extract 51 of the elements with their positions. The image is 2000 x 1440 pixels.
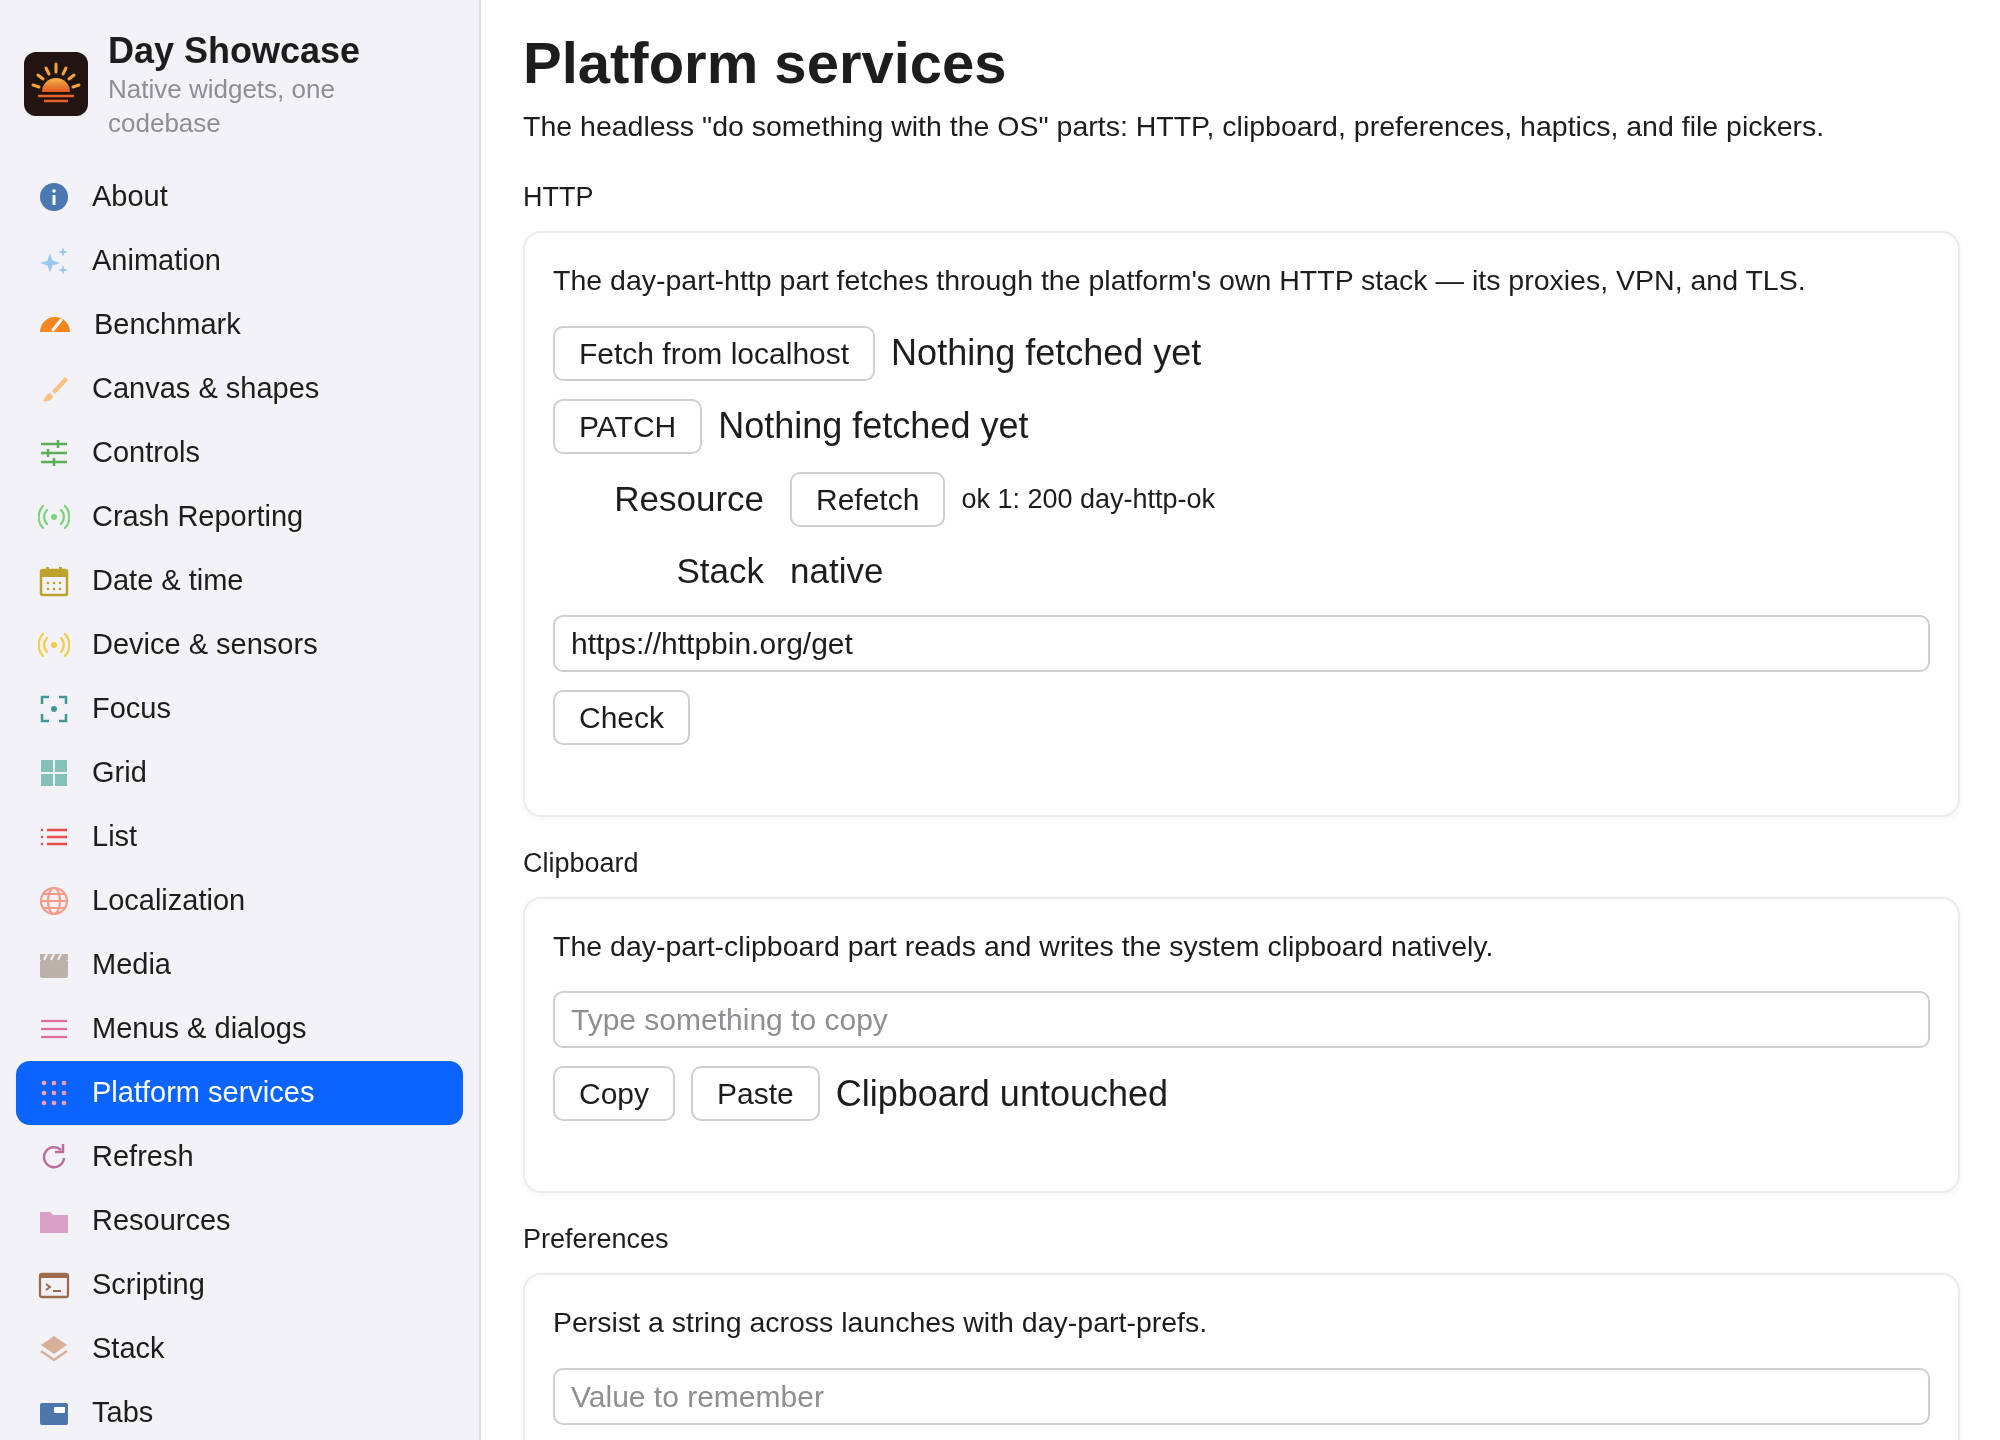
status-text: Clipboard untouched bbox=[835, 1071, 1168, 1116]
input-field[interactable]: Value to remember bbox=[553, 1367, 1930, 1425]
page-title: Platform services bbox=[523, 30, 1008, 97]
field-label: Resource bbox=[613, 477, 764, 520]
page-description: The headless "do something with the OS" parts: HTTP, clipboard, preferences, haptics, and file pickers. bbox=[523, 108, 1826, 144]
sidebar-item[interactable]: Scripting bbox=[16, 1252, 463, 1317]
sidebar-item[interactable]: Focus bbox=[16, 676, 463, 741]
sidebar-item[interactable]: Media bbox=[16, 932, 463, 997]
section-description: Persist a string across launches with day-part-prefs. bbox=[553, 1304, 1209, 1340]
status-text: Nothing fetched yet bbox=[891, 331, 1202, 376]
sidebar-item[interactable]: Tabs bbox=[16, 1380, 463, 1440]
action-button[interactable]: Paste bbox=[691, 1066, 820, 1122]
sidebar-item[interactable]: Localization bbox=[16, 868, 463, 933]
action-button[interactable]: Check bbox=[553, 690, 691, 746]
status-text: Nothing fetched yet bbox=[718, 404, 1029, 449]
field-label: Stack bbox=[675, 549, 764, 592]
sidebar-item[interactable]: Stack bbox=[16, 1316, 463, 1381]
action-button[interactable]: Copy bbox=[553, 1066, 676, 1122]
sidebar-item[interactable]: Canvas & shapes bbox=[16, 356, 463, 421]
action-button[interactable]: Fetch from localhost bbox=[553, 325, 876, 381]
sidebar-item[interactable]: Date & time bbox=[16, 548, 463, 613]
section-description: The day-part-clipboard part reads and writes the system clipboard natively. bbox=[553, 928, 1495, 964]
info-icon bbox=[38, 180, 70, 213]
section-heading: Clipboard bbox=[523, 847, 640, 881]
app-subtitle: Native widgets, one codebase bbox=[108, 73, 336, 140]
section-description: The day-part-http part fetches through the platform's own HTTP stack — its proxies, VPN, and TLS. bbox=[553, 262, 1807, 298]
sidebar-item[interactable]: Grid bbox=[16, 740, 463, 805]
sidebar-item[interactable]: List bbox=[16, 804, 463, 869]
sidebar-item[interactable]: Refresh bbox=[16, 1124, 463, 1189]
input-field[interactable]: https://httpbin.org/get bbox=[553, 615, 1930, 673]
sidebar-item[interactable]: Resources bbox=[16, 1188, 463, 1253]
gauge-icon bbox=[39, 317, 71, 333]
sidebar-item[interactable]: About bbox=[16, 164, 463, 229]
sidebar-item[interactable]: Menus & dialogs bbox=[16, 996, 463, 1061]
sidebar-item[interactable]: Benchmark bbox=[16, 292, 463, 357]
input-field[interactable]: Type something to copy bbox=[553, 991, 1930, 1049]
calendar-icon bbox=[38, 564, 70, 597]
globe-icon bbox=[38, 884, 70, 917]
app-title: Day Showcase bbox=[108, 29, 362, 73]
section-heading: Preferences bbox=[523, 1223, 670, 1257]
section-heading: HTTP bbox=[523, 181, 595, 215]
result-text: ok 1: 200 day-http-ok bbox=[961, 482, 1216, 516]
sidebar-item[interactable]: Device & sensors bbox=[16, 612, 463, 677]
action-button[interactable]: PATCH bbox=[553, 398, 703, 454]
sidebar-item[interactable]: Crash Reporting bbox=[16, 484, 463, 549]
sidebar-item[interactable]: Platform services bbox=[16, 1060, 463, 1125]
action-button[interactable]: Refetch bbox=[790, 471, 946, 527]
field-value: native bbox=[790, 549, 884, 592]
sidebar-item[interactable]: Controls bbox=[16, 420, 463, 485]
sidebar-item[interactable]: Animation bbox=[16, 228, 463, 293]
sunset-logo-icon bbox=[24, 52, 88, 116]
